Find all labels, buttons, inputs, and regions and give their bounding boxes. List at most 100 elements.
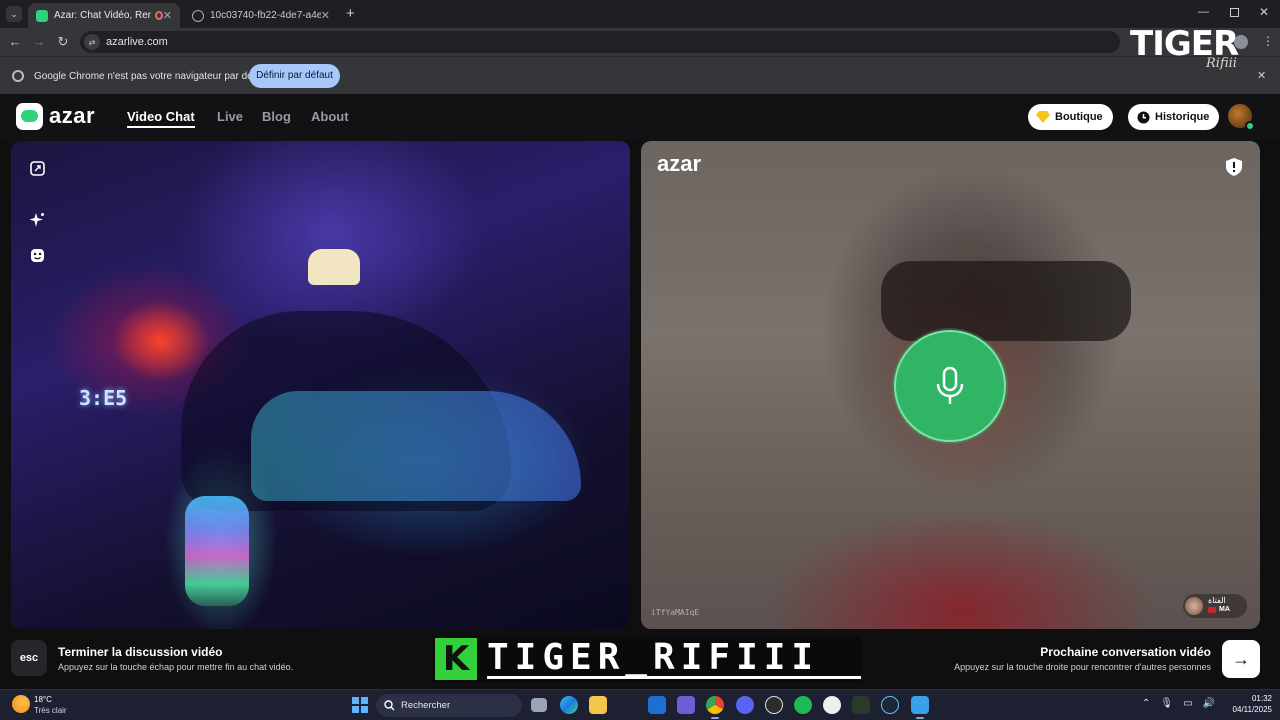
partner-video: azar iTfYaMAIqE الفتاة MA (641, 141, 1260, 629)
infobar-close-icon[interactable]: ✕ (1257, 69, 1266, 82)
menu-kebab-icon[interactable]: ⋮ (1262, 34, 1274, 48)
expand-icon[interactable] (29, 160, 45, 176)
partner-user-id: iTfYaMAIqE (651, 608, 700, 617)
windows-taskbar: 18°C Très clair Rechercher ⌃ 🎙 ▭ 🔊 01:32… (0, 689, 1280, 720)
nav-about[interactable]: About (311, 109, 349, 124)
shop-label: Boutique (1055, 111, 1103, 123)
task-view-icon[interactable] (531, 698, 547, 712)
nav-live[interactable]: Live (217, 109, 243, 124)
reload-button[interactable]: ↻ (55, 34, 71, 50)
minimize-button[interactable]: — (1198, 6, 1209, 18)
clock-icon (1136, 110, 1150, 124)
tiger-signature: Rifiii (1206, 56, 1237, 71)
diamond-icon (1036, 110, 1050, 124)
weather-description: Très clair (34, 706, 67, 715)
close-window-button[interactable]: ✕ (1259, 5, 1269, 19)
windows-start-icon[interactable] (352, 697, 368, 713)
search-placeholder: Rechercher (401, 700, 451, 711)
report-shield-icon[interactable] (1226, 158, 1242, 176)
browser-tab-strip: ⌄ Azar: Chat Vidéo, Rencontr ✕ 10c03740-… (0, 0, 1280, 28)
site-info-icon[interactable]: ⇄ (84, 34, 100, 50)
edge-icon[interactable] (560, 696, 578, 714)
sparkle-effects-icon[interactable] (29, 212, 45, 228)
file-explorer-icon[interactable] (589, 696, 607, 714)
default-browser-infobar: Google Chrome n'est pas votre navigateur… (0, 56, 1280, 94)
partner-country: MA (1219, 606, 1230, 613)
weather-temperature: 18°C (34, 695, 52, 704)
tab-uuid[interactable]: 10c03740-fb22-4de7-a4eb-5cb ✕ (184, 3, 338, 28)
online-badge (1245, 121, 1255, 131)
tray-network-icon[interactable]: ▭ (1183, 698, 1192, 709)
tab-search-button[interactable]: ⌄ (6, 6, 22, 22)
tray-chevron-icon[interactable]: ⌃ (1142, 698, 1150, 709)
set-default-button[interactable]: Définir par défaut (249, 64, 340, 88)
user-avatar[interactable] (1228, 104, 1255, 131)
tray-volume-icon[interactable]: 🔊 (1203, 698, 1215, 709)
azar-watermark: azar (657, 151, 702, 176)
globe-icon (192, 9, 204, 22)
taskbar-date[interactable]: 04/11/2025 (1222, 705, 1272, 714)
streamer-banner: K TIGER_RIFIII (433, 636, 861, 682)
azar-favicon-icon (36, 9, 48, 22)
back-button[interactable]: ← (7, 34, 23, 50)
led-clock-display: 3:E5 (79, 386, 128, 410)
morocco-flag-icon (1208, 607, 1216, 613)
new-tab-button[interactable]: + (346, 5, 355, 22)
tab-title: 10c03740-fb22-4de7-a4eb-5cb (210, 10, 321, 21)
taskbar-search[interactable]: Rechercher (376, 694, 522, 717)
next-chat-arrow-button[interactable]: → (1222, 640, 1260, 678)
face-filter-icon[interactable] (29, 247, 45, 263)
sunglasses (881, 261, 1131, 341)
kick-logo-icon: K (435, 638, 477, 680)
weather-sun-icon[interactable] (12, 695, 30, 713)
partner-info-chip[interactable]: الفتاة MA (1183, 594, 1247, 618)
steam-icon[interactable] (881, 696, 899, 714)
next-chat-title: Prochaine conversation vidéo (1040, 645, 1211, 659)
webcam-app-icon[interactable] (823, 696, 841, 714)
tab-close-icon[interactable]: ✕ (163, 9, 172, 22)
hat (308, 249, 360, 285)
chrome-taskbar-icon[interactable] (706, 696, 724, 719)
next-chat-hint: Appuyez sur la touche droite pour rencon… (954, 662, 1211, 672)
media-player-icon[interactable] (852, 696, 870, 714)
nav-video-chat[interactable]: Video Chat (127, 109, 195, 128)
address-bar[interactable]: ⇄ azarlive.com (80, 31, 1120, 53)
infobar-message: Google Chrome n'est pas votre navigateur… (34, 71, 270, 82)
partner-name: الفتاة (1208, 596, 1226, 605)
streamer-name: TIGER_RIFIII (487, 637, 820, 678)
azar-header: azar Video Chat Live Blog About Boutique… (0, 94, 1280, 140)
teams-icon[interactable] (677, 696, 695, 714)
end-chat-esc-button[interactable]: esc (11, 640, 47, 676)
system-tray: ⌃ 🎙 ▭ 🔊 (1142, 698, 1215, 709)
azar-logo-text[interactable]: azar (49, 103, 95, 129)
jacket (251, 391, 581, 501)
partner-avatar (1185, 597, 1203, 615)
photos-icon[interactable] (911, 696, 929, 719)
outlook-icon[interactable] (648, 696, 666, 714)
tab-azar[interactable]: Azar: Chat Vidéo, Rencontr ✕ (28, 3, 180, 28)
microphone-icon (936, 366, 964, 404)
tab-title: Azar: Chat Vidéo, Rencontr (54, 10, 151, 21)
chrome-icon (12, 70, 24, 82)
azar-logo-icon[interactable] (16, 103, 43, 130)
end-chat-title: Terminer la discussion vidéo (58, 645, 223, 659)
history-label: Historique (1155, 111, 1210, 123)
rgb-speaker (185, 496, 249, 606)
obs-icon[interactable] (765, 696, 783, 714)
tab-close-icon[interactable]: ✕ (321, 9, 330, 22)
url-text: azarlive.com (106, 36, 168, 48)
banner-underline (487, 676, 861, 679)
nav-blog[interactable]: Blog (262, 109, 291, 124)
discord-icon[interactable] (736, 696, 754, 714)
forward-button[interactable]: → (31, 34, 47, 50)
browser-toolbar: ← → ↻ ⇄ azarlive.com ⋮ (0, 28, 1280, 56)
restore-button[interactable] (1230, 8, 1239, 17)
spotify-icon[interactable] (794, 696, 812, 714)
recording-icon (154, 11, 163, 20)
tray-mic-icon[interactable]: 🎙 (1160, 698, 1173, 709)
self-video: 3:E5 (11, 141, 630, 629)
microphone-button[interactable] (894, 330, 1006, 442)
taskbar-time[interactable]: 01:32 (1232, 694, 1272, 703)
shop-button[interactable]: Boutique (1028, 104, 1113, 130)
history-button[interactable]: Historique (1128, 104, 1220, 130)
